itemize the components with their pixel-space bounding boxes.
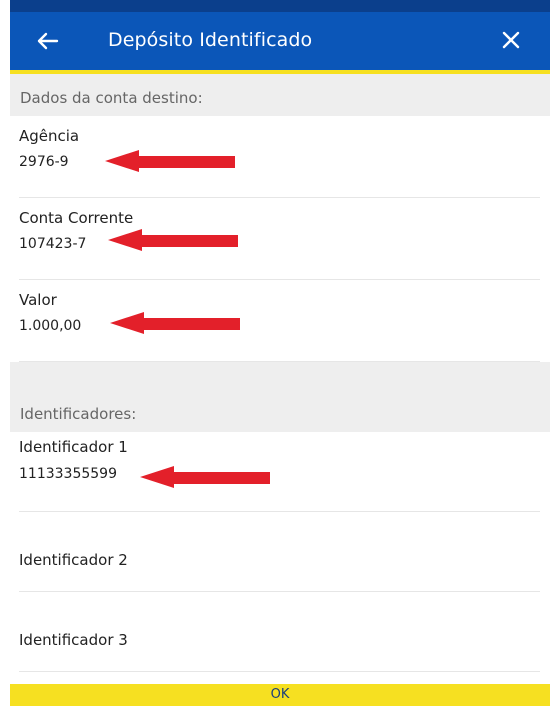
field-identificador-2[interactable]: Identificador 2: [10, 512, 550, 592]
field-identificador-1[interactable]: Identificador 1 11133355599: [10, 432, 550, 512]
field-label: Identificador 3: [19, 631, 128, 649]
field-label: Valor: [19, 291, 57, 309]
field-value: 1.000,00: [19, 318, 82, 334]
app-bar: Depósito Identificado: [10, 12, 550, 74]
section-header-destination: Dados da conta destino:: [10, 74, 550, 116]
annotation-arrow-icon: [110, 312, 240, 334]
app-screen: Depósito Identificado Dados da conta des…: [0, 0, 550, 706]
annotation-arrow-icon: [105, 150, 235, 172]
divider: [19, 361, 540, 362]
section-header-label: Identificadores:: [20, 405, 137, 423]
divider: [19, 671, 540, 672]
field-agencia: Agência 2976-9: [10, 116, 550, 198]
field-label: Identificador 2: [19, 551, 128, 569]
section-spacer: [10, 362, 550, 390]
close-icon[interactable]: [498, 27, 524, 53]
field-value: 107423-7: [19, 236, 87, 252]
annotation-arrow-icon: [108, 229, 238, 251]
status-bar: [10, 0, 550, 12]
form-content: Dados da conta destino: Agência 2976-9 C…: [10, 74, 550, 684]
field-label: Agência: [19, 127, 80, 145]
ok-button-label: OK: [270, 687, 290, 702]
field-valor: Valor 1.000,00: [10, 280, 550, 362]
section-header-label: Dados da conta destino:: [20, 89, 203, 107]
annotation-arrow-icon: [140, 466, 270, 488]
field-label: Conta Corrente: [19, 209, 134, 227]
page-title: Depósito Identificado: [108, 29, 313, 51]
field-conta-corrente: Conta Corrente 107423-7: [10, 198, 550, 280]
field-value: 2976-9: [19, 154, 69, 170]
ok-button[interactable]: OK: [10, 684, 550, 706]
field-label: Identificador 1: [19, 438, 128, 456]
field-identificador-3[interactable]: Identificador 3: [10, 592, 550, 672]
arrow-left-icon[interactable]: [32, 26, 62, 56]
section-header-identifiers: Identificadores:: [10, 390, 550, 432]
field-value: 11133355599: [19, 466, 117, 482]
